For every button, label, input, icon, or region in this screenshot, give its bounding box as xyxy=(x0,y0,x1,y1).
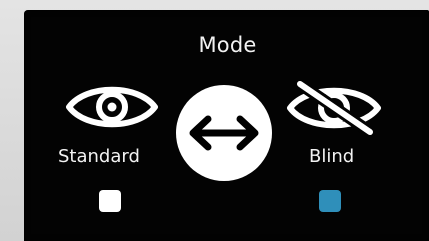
blind-mode-indicator[interactable] xyxy=(319,190,341,212)
double-arrow-icon xyxy=(189,115,259,151)
eye-slash-icon xyxy=(284,78,384,138)
blind-mode-label: Blind xyxy=(309,146,355,167)
mode-title: Mode xyxy=(198,33,257,57)
mode-toggle-button[interactable] xyxy=(176,85,272,181)
eye-icon xyxy=(64,82,160,132)
device-frame: Mode Standard Blind xyxy=(0,0,429,241)
standard-mode-label: Standard xyxy=(58,146,140,167)
standard-mode-indicator[interactable] xyxy=(99,190,121,212)
